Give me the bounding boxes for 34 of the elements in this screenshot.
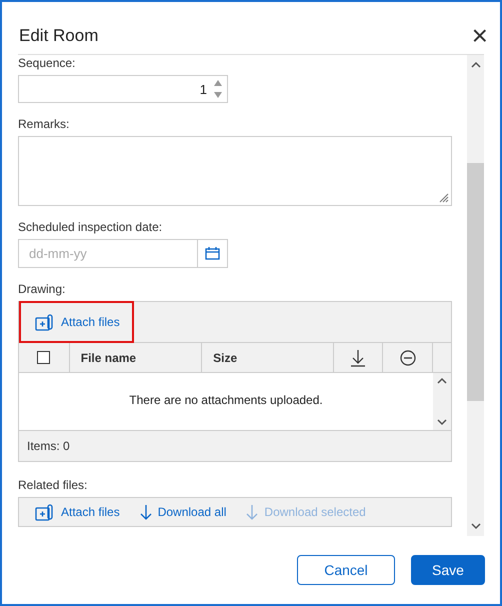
attach-files-button[interactable]: Attach files <box>33 502 122 522</box>
download-icon[interactable] <box>350 348 366 366</box>
select-all-checkbox[interactable] <box>37 351 50 364</box>
scroll-down-icon[interactable] <box>470 523 480 530</box>
resize-handle-icon[interactable] <box>439 193 449 203</box>
field-label: Related files: <box>18 478 88 492</box>
sequence-field[interactable]: 1 <box>18 75 228 103</box>
save-button[interactable]: Save <box>411 555 485 585</box>
items-count: Items: 0 <box>27 439 70 453</box>
field-label: Scheduled inspection date: <box>18 220 164 234</box>
attach-icon <box>35 314 55 330</box>
scroll-up-icon[interactable] <box>470 61 480 68</box>
spinner-icon[interactable] <box>213 78 223 100</box>
attach-icon <box>35 504 55 520</box>
date-field[interactable]: dd-mm-yy <box>18 239 228 268</box>
column-header[interactable]: Size <box>213 350 238 364</box>
calendar-icon <box>205 247 220 260</box>
column-header[interactable]: File name <box>80 350 136 364</box>
download-icon <box>246 504 258 520</box>
attach-files-button[interactable]: Attach files <box>19 301 134 343</box>
scroll-up-icon[interactable] <box>437 377 447 384</box>
close-button[interactable]: × <box>472 24 488 48</box>
remove-icon[interactable] <box>400 350 416 366</box>
scroll-down-icon[interactable] <box>437 419 447 426</box>
field-label: Drawing: <box>18 282 66 296</box>
remarks-field[interactable] <box>18 136 452 206</box>
field-label: Remarks: <box>18 117 70 131</box>
empty-message: There are no attachments uploaded. <box>129 393 323 407</box>
download-button[interactable]: Download all <box>138 502 228 522</box>
field-label: Sequence: <box>18 56 76 70</box>
dialog-title: Edit Room <box>19 26 98 46</box>
cancel-button[interactable]: Cancel <box>297 555 395 585</box>
download-icon <box>140 504 152 520</box>
scrollbar[interactable] <box>467 55 484 536</box>
